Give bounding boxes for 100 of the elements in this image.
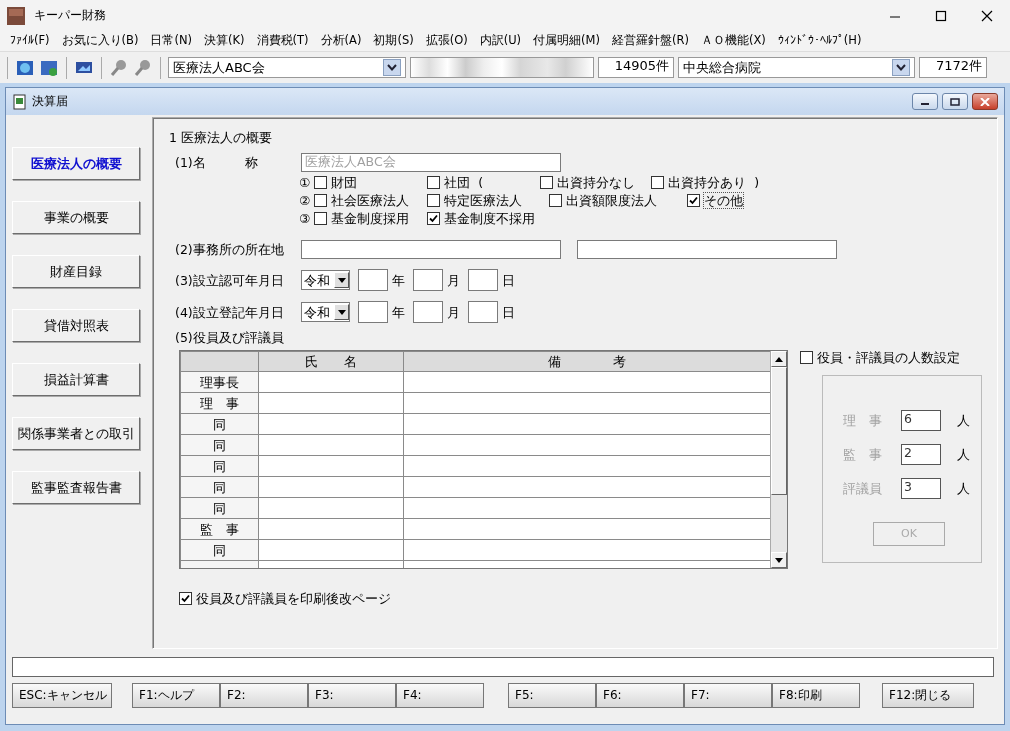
magnifier-icon[interactable] [109,57,129,78]
option-number: ① [299,175,311,190]
function-key-button[interactable]: F2: [220,683,308,708]
scrollbar[interactable] [770,351,787,568]
sidebar-button[interactable]: 損益計算書 [12,363,140,396]
date-field[interactable] [413,301,443,323]
checkbox[interactable] [314,194,328,207]
checkbox[interactable] [427,194,441,207]
table-cell[interactable] [403,371,770,393]
row-header: 理 事 [180,392,259,414]
checkbox[interactable] [314,176,328,189]
table-cell[interactable] [403,518,770,540]
checkbox[interactable] [179,592,192,605]
menu-item[interactable]: 拡張(O) [419,34,474,48]
record-count: 7172件 [919,57,987,78]
function-key-button[interactable]: F3: [308,683,396,708]
date-field[interactable] [468,269,498,291]
function-key-button[interactable]: F8:印刷 [772,683,860,708]
row-header: 同 [180,455,259,477]
function-key-button[interactable]: F5: [508,683,596,708]
menu-item[interactable]: ﾌｧｲﾙ(F) [4,34,56,48]
sidebar-button[interactable]: 関係事業者との取引 [12,417,140,450]
menu-item[interactable]: 初期(S) [367,34,420,48]
function-key-button[interactable]: F7: [684,683,772,708]
table-cell[interactable] [403,392,770,414]
menu-item[interactable]: お気に入り(B) [55,34,145,48]
date-field[interactable] [413,269,443,291]
menu-item[interactable]: 消費税(T) [250,34,315,48]
table-cell[interactable] [403,413,770,435]
menu-item[interactable]: ＡＯ機能(X) [695,34,772,48]
row-header: 監 事 [180,518,259,540]
checkbox-label: 特定医療法人 [444,193,523,208]
magnifier-icon[interactable] [133,57,153,78]
address-field[interactable] [301,240,561,259]
hospital-dropdown[interactable]: 中央総合病院 [678,57,915,78]
field-label: (4)設立登記年月日 [175,304,285,320]
menu-item[interactable]: 内訳(U) [473,34,528,48]
function-key-button[interactable]: ESC:キャンセル [12,683,112,708]
checkbox[interactable] [314,212,328,225]
function-key-button[interactable]: F4: [396,683,484,708]
menu-item[interactable]: 日常(N) [144,34,199,48]
unit-label: 人 [957,413,970,428]
menu-item[interactable]: ｳｨﾝﾄﾞｳ･ﾍﾙﾌﾟ(H) [771,34,868,48]
checkbox-label: 出資額限度法人 [566,193,658,208]
date-field[interactable] [358,301,388,323]
row-header: 同 [180,476,259,498]
table-cell[interactable] [403,497,770,519]
checkbox[interactable] [427,212,441,225]
checkbox-label: 社会医療法人 [331,193,410,208]
sidebar-button[interactable]: 事業の概要 [12,201,140,234]
era-dropdown[interactable]: 令和 [301,270,350,290]
date-field[interactable] [358,269,388,291]
table-cell[interactable] [403,455,770,477]
unit-label: 月 [447,304,460,320]
menu-item[interactable]: 経営羅針盤(R) [606,34,695,48]
unit-label: 年 [392,304,405,320]
table-cell[interactable] [403,539,770,561]
field-label: (2)事務所の所在地 [175,242,285,257]
restore-button[interactable] [942,93,968,110]
unit-label: 日 [502,272,515,288]
sidebar-button[interactable]: 財産目録 [12,255,140,288]
checkbox-label: 役員・評議員の人数設定 [817,350,960,365]
field-label: 監 事 [843,447,883,462]
sidebar-button[interactable]: 貸借対照表 [12,309,140,342]
field-label: 評議員 [843,481,883,496]
column-header: 氏 名 [258,351,404,372]
checkbox[interactable] [427,176,441,189]
restore-icon [950,97,960,106]
record-count: 14905件 [598,57,674,78]
caret-down-icon [337,277,346,283]
row-header: 同 [180,539,259,561]
era-dropdown[interactable]: 令和 [301,302,350,322]
menu-item[interactable]: 分析(A) [314,34,368,48]
menu-item[interactable]: 付属明細(M) [527,34,606,48]
function-key-button[interactable]: F12:閉じる [882,683,974,708]
close-button[interactable] [972,93,998,110]
checkbox[interactable] [687,194,701,207]
field-label: (3)設立認可年月日 [175,272,285,288]
sidebar-button[interactable]: 医療法人の概要 [12,147,140,180]
checkbox[interactable] [549,194,563,207]
scroll-up-icon [775,356,783,362]
option-number: ② [299,193,311,208]
checkbox-label: 基金制度採用 [331,211,410,226]
date-field[interactable] [468,301,498,323]
company-dropdown[interactable]: 医療法人ABC会 [168,57,406,78]
checkbox[interactable] [651,176,665,189]
table-cell[interactable] [403,434,770,456]
checkbox[interactable] [540,176,554,189]
function-key-button[interactable]: F1:ヘルプ [132,683,220,708]
minimize-button[interactable] [912,93,938,110]
checkbox-label: 社団 [444,175,471,190]
option-number: ③ [299,211,311,226]
document-icon [12,93,28,110]
address-field[interactable] [577,240,837,259]
table-cell[interactable] [403,476,770,498]
menu-item[interactable]: 決算(K) [198,34,251,48]
document-title: 決算届 [32,94,68,109]
field-label: 理 事 [843,413,883,428]
sidebar-button[interactable]: 監事監査報告書 [12,471,140,504]
function-key-button[interactable]: F6: [596,683,684,708]
